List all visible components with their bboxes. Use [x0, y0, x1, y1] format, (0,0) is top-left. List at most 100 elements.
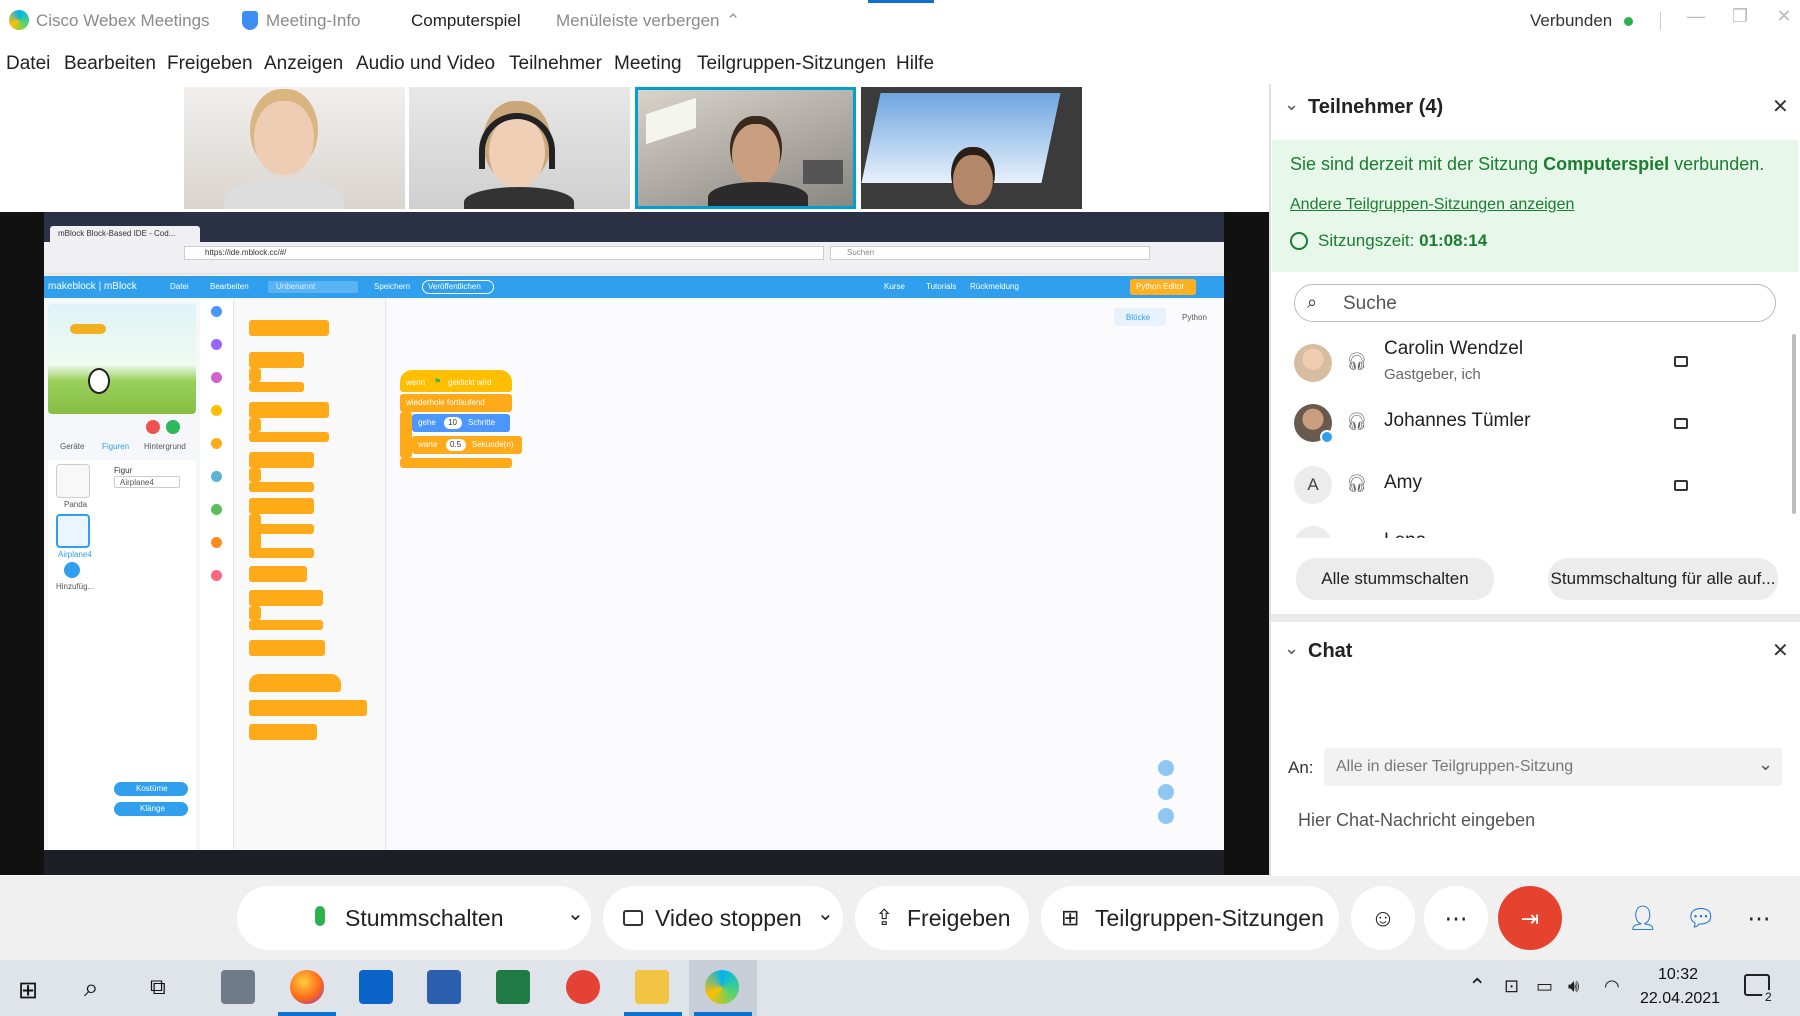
sprite-airplane-thumb[interactable] [56, 514, 90, 548]
menu-datei[interactable]: Datei [6, 53, 50, 75]
participants-toggle-button[interactable]: 👤︎ [1616, 886, 1670, 950]
hide-menubar-button[interactable]: Menüleiste verbergen [556, 11, 719, 31]
chevron-down-icon[interactable]: ⌄ [817, 882, 834, 946]
green-flag-icon[interactable] [166, 420, 180, 434]
category-looks[interactable] [211, 339, 222, 350]
palette-block[interactable] [249, 320, 329, 336]
share-button[interactable]: ⇪ Freigeben [855, 886, 1029, 950]
shared-screen[interactable]: mBlock Block-Based IDE - Cod... https://… [44, 212, 1224, 875]
palette-block[interactable] [249, 432, 329, 442]
webex-icon[interactable] [705, 970, 739, 1004]
reactions-button[interactable]: ☺ [1351, 886, 1415, 950]
search-icon[interactable]: ⌕ [84, 972, 99, 1004]
excel-icon[interactable] [496, 970, 530, 1004]
participant-row[interactable]: 🎧︎ Carolin Wendzel Gastgeber, ich [1270, 332, 1790, 392]
category-sensing[interactable] [211, 471, 222, 482]
battery-icon[interactable]: ▭ [1536, 976, 1553, 997]
script-move-block[interactable]: gehe 10 Schritte [412, 414, 510, 432]
chevron-down-icon[interactable]: ⌄ [1284, 638, 1299, 659]
participant-search[interactable]: ⌕ Suche [1294, 284, 1776, 322]
palette-block[interactable] [249, 700, 367, 716]
chat-recipient-select[interactable]: Alle in dieser Teilgruppen-Sitzung ⌄ [1324, 748, 1782, 786]
clock-date[interactable]: 22.04.2021 [1640, 990, 1720, 1008]
menu-teilgruppen[interactable]: Teilgruppen-Sitzungen [697, 53, 886, 75]
zoom-out-icon[interactable] [1158, 784, 1174, 800]
session-tab[interactable]: Computerspiel [411, 11, 521, 31]
meet-now-icon[interactable]: ⊡ [1504, 976, 1519, 997]
close-window-icon[interactable]: ✕ [1772, 6, 1796, 30]
palette-block[interactable] [249, 620, 323, 630]
palette-block[interactable] [249, 382, 304, 392]
palette-block[interactable] [249, 468, 261, 482]
video-tile-carolin[interactable] [184, 87, 405, 209]
palette-block[interactable] [249, 452, 314, 468]
menu-anzeigen[interactable]: Anzeigen [264, 53, 343, 75]
stage[interactable] [48, 304, 196, 414]
more-options-button[interactable]: ⋯ [1424, 886, 1488, 950]
panel-more-button[interactable]: ⋯ [1732, 886, 1786, 950]
category-operators[interactable] [211, 504, 222, 515]
menu-bearbeiten[interactable]: Bearbeiten [64, 53, 156, 75]
mute-all-button[interactable]: Alle stummschalten [1296, 558, 1494, 600]
browser-tab[interactable]: mBlock Block-Based IDE - Cod... [50, 226, 200, 242]
category-motion[interactable] [211, 306, 222, 317]
close-participants-icon[interactable]: ✕ [1772, 94, 1789, 119]
script-forever-block[interactable]: wiederhole fortlaufend [400, 394, 512, 412]
add-sprite-icon[interactable] [64, 562, 80, 578]
wifi-icon[interactable]: ◠ [1604, 976, 1620, 997]
meeting-info-tab[interactable]: Meeting-Info [266, 11, 361, 31]
chevron-up-icon[interactable]: ⌃ [726, 11, 740, 31]
restore-icon[interactable]: ❐ [1728, 6, 1752, 30]
chevron-up-icon[interactable]: ⌃ [1468, 974, 1486, 1000]
zoom-reset-icon[interactable] [1158, 808, 1174, 824]
participants-scrollbar[interactable] [1792, 334, 1796, 514]
chevron-down-icon[interactable]: ⌄ [1284, 94, 1299, 115]
stop-icon[interactable] [146, 420, 160, 434]
participant-row[interactable]: 🎧︎ Johannes Tümler [1270, 400, 1790, 450]
chat-toggle-button[interactable]: 💬︎ [1674, 886, 1728, 950]
word-icon[interactable] [427, 970, 461, 1004]
minimize-icon[interactable]: — [1684, 6, 1708, 30]
category-events[interactable] [211, 405, 222, 416]
mute-button[interactable]: Stummschalten ⌄ [237, 886, 591, 950]
firefox-icon[interactable] [290, 970, 324, 1004]
video-tile-participant4[interactable] [861, 87, 1082, 209]
breakout-button[interactable]: ⊞ Teilgruppen-Sitzungen [1041, 886, 1339, 950]
palette-block[interactable] [249, 368, 261, 382]
menu-hilfe[interactable]: Hilfe [896, 53, 934, 75]
palette-block[interactable] [249, 674, 341, 692]
palette-block[interactable] [249, 352, 304, 368]
palette-block[interactable] [249, 402, 329, 418]
menu-meeting[interactable]: Meeting [614, 53, 682, 75]
sprite-panda-thumb[interactable] [56, 464, 90, 498]
palette-block[interactable] [249, 606, 261, 620]
category-variables[interactable] [211, 537, 222, 548]
browser-search[interactable]: Suchen [830, 246, 1150, 260]
outlook-icon[interactable] [359, 970, 393, 1004]
other-sessions-link[interactable]: Andere Teilgruppen-Sitzungen anzeigen [1290, 196, 1574, 214]
leave-meeting-button[interactable]: ⇥ [1498, 886, 1562, 950]
video-tile-participant2[interactable] [409, 87, 630, 209]
palette-block[interactable] [249, 590, 323, 606]
unmute-all-button[interactable]: Stummschaltung für alle auf... [1548, 558, 1778, 600]
windows-start-icon[interactable]: ⊞ [18, 976, 38, 1005]
file-explorer-icon[interactable] [635, 970, 669, 1004]
palette-block[interactable] [249, 418, 261, 432]
menu-freigeben[interactable]: Freigeben [167, 53, 253, 75]
menu-teilnehmer[interactable]: Teilnehmer [509, 53, 602, 75]
palette-block[interactable] [249, 548, 314, 558]
snipping-tool-icon[interactable] [566, 970, 600, 1004]
palette-block[interactable] [249, 524, 314, 534]
chat-input[interactable]: Hier Chat-Nachricht eingeben [1288, 794, 1782, 854]
volume-icon[interactable]: 🔊︎ [1568, 976, 1579, 997]
participant-row[interactable]: A 🎧︎ Amy [1270, 460, 1790, 510]
zoom-in-icon[interactable] [1158, 760, 1174, 776]
code-area[interactable] [387, 300, 1224, 870]
calculator-icon[interactable] [221, 970, 255, 1004]
category-sound[interactable] [211, 372, 222, 383]
url-bar[interactable]: https://ide.mblock.cc/#/ [184, 246, 824, 260]
participant-row-clipped[interactable]: L Lena [1270, 520, 1790, 538]
palette-block[interactable] [249, 498, 314, 514]
chevron-down-icon[interactable]: ⌄ [567, 882, 584, 946]
palette-block[interactable] [249, 482, 314, 492]
